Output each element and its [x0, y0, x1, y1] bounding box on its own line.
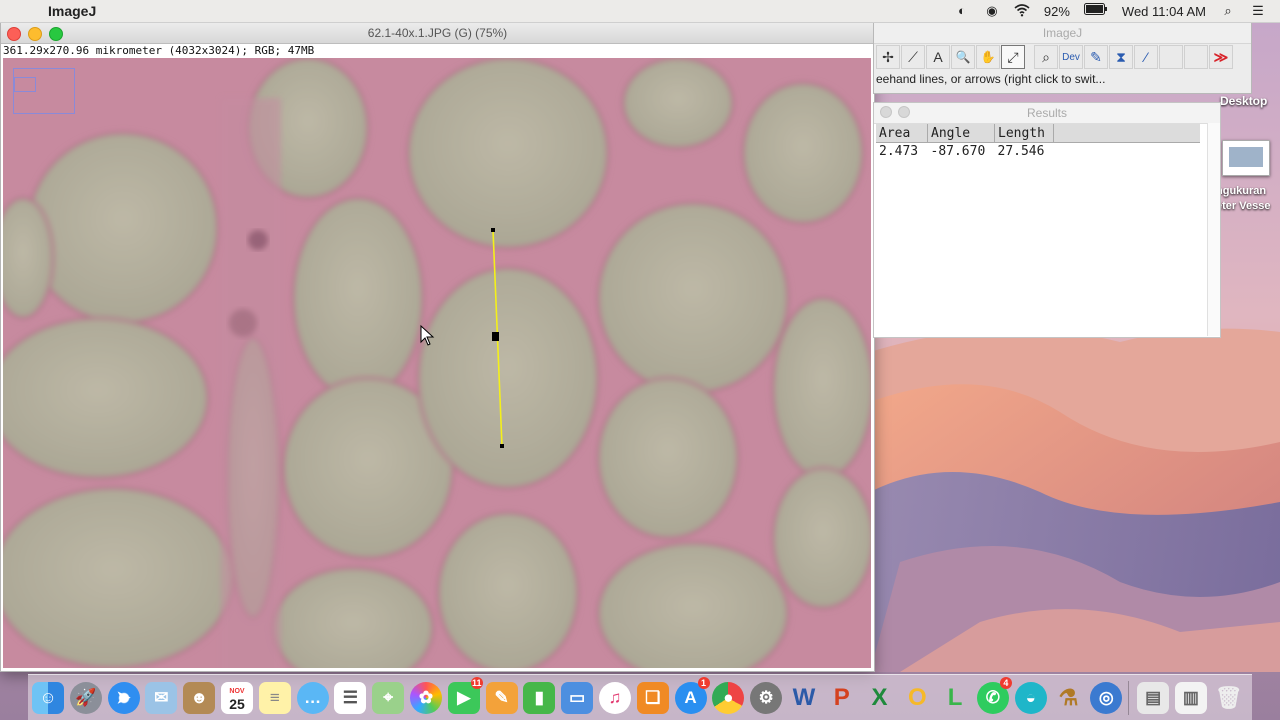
image-window-titlebar[interactable]: 62.1-40x.1.JPG (G) (75%) [1, 23, 874, 44]
desktop-file[interactable]: ngukuran eter Vesse [1216, 140, 1280, 214]
sync-icon[interactable]: ◐ [954, 3, 970, 19]
close-button[interactable] [880, 106, 892, 118]
table-row[interactable]: 2.473 -87.670 27.546 [876, 143, 1200, 161]
minimize-button[interactable] [28, 27, 42, 41]
flood-fill-icon[interactable]: ⧗ [1109, 45, 1133, 69]
zoom-icon[interactable]: ⌕ [1034, 45, 1058, 69]
facetime-icon[interactable]: ▶ 11 [447, 676, 483, 714]
outlook-icon[interactable]: O [901, 682, 933, 714]
documents-stack-icon[interactable]: ▥ [1174, 681, 1207, 714]
whatsapp-icon[interactable]: ✆ 4 [976, 676, 1012, 714]
column-header-empty [1053, 124, 1200, 143]
activity-icon[interactable]: ◒ [1014, 681, 1047, 714]
file-label-line1: ngukuran [1216, 185, 1267, 197]
file-thumbnail-icon [1222, 140, 1270, 176]
blank-tool-icon[interactable] [1184, 45, 1208, 69]
column-header[interactable]: Area [876, 124, 928, 143]
spotlight-icon[interactable]: ⌕ [1220, 3, 1236, 19]
tool-strip: ✢ ⟋ A 🔍 ✋ ⤢ ⌕ Dev ✎ ⧗ ⁄ ≫ [874, 44, 1251, 70]
wifi-icon[interactable] [1014, 3, 1030, 19]
appstore-icon[interactable]: A1 [674, 676, 710, 714]
imagej-window-title[interactable]: ImageJ [874, 23, 1251, 44]
itunes-icon[interactable]: ♫ [598, 681, 631, 714]
status-area: ◐ ◉ 92% Wed 11:04 AM ⌕ ☰ [954, 3, 1280, 19]
dev-icon[interactable]: Dev [1059, 45, 1083, 69]
badge: 11 [470, 676, 483, 689]
text-tool-icon[interactable]: A [926, 45, 950, 69]
zoom-button[interactable] [49, 27, 63, 41]
powerpoint-icon[interactable]: P [826, 682, 858, 714]
downloads-stack-icon[interactable]: ▤ [1137, 681, 1170, 714]
badge: 1 [697, 676, 710, 689]
image-window-title: 62.1-40x.1.JPG (G) (75%) [367, 26, 508, 40]
system-preferences-icon[interactable]: ⚙ [750, 681, 783, 714]
table-cell: 27.546 [997, 144, 1045, 159]
image-window: 62.1-40x.1.JPG (G) (75%) 361.29x270.96 m… [0, 22, 875, 672]
navigator-overlay [13, 68, 75, 114]
wand-icon[interactable]: ⟋ [901, 45, 925, 69]
dock: ☺ 🚀 ➤ ✉ ☻ NOV 25 ≡ … ☰ ⌖ ✿ ▶ 11 ✎ ▮ ▭ ♫ ❑… [28, 674, 1252, 720]
ibooks-icon[interactable]: ❑ [636, 681, 669, 714]
close-button[interactable] [7, 27, 21, 41]
column-header[interactable]: Angle [927, 124, 995, 143]
multipoint-icon[interactable]: ✢ [876, 45, 900, 69]
column-header[interactable]: Length [994, 124, 1054, 143]
microscope-icon[interactable]: ⚗ [1053, 682, 1085, 714]
numbers-icon[interactable]: ▮ [523, 681, 556, 714]
safari-icon[interactable]: ➤ [107, 681, 140, 714]
line-handle[interactable] [492, 332, 499, 341]
results-table: Area Angle Length 2.473 -87.670 27.546 [876, 124, 1200, 160]
pages-icon[interactable]: ✎ [485, 681, 518, 714]
record-icon[interactable]: ◉ [984, 3, 1000, 19]
calendar-day: 25 [229, 695, 245, 712]
mail-icon[interactable]: ✉ [145, 681, 178, 714]
keynote-icon[interactable]: ▭ [561, 681, 594, 714]
scrollbar[interactable] [1207, 123, 1220, 336]
brush-icon[interactable]: ✎ [1084, 45, 1108, 69]
desktop-folder-label[interactable]: Desktop [1220, 94, 1267, 108]
color-picker-icon[interactable]: ⤢ [1001, 45, 1025, 69]
results-titlebar[interactable]: Results [874, 103, 1220, 124]
image-info: 361.29x270.96 mikrometer (4032x3024); RG… [3, 44, 315, 57]
hand-icon[interactable]: ✋ [976, 45, 1000, 69]
messages-icon[interactable]: … [296, 681, 329, 714]
table-cell: -87.670 [930, 144, 986, 159]
more-tools-icon[interactable]: ≫ [1209, 45, 1233, 69]
photos-icon[interactable]: ✿ [409, 681, 442, 714]
maps-icon[interactable]: ⌖ [372, 681, 405, 714]
notification-center-icon[interactable]: ☰ [1250, 3, 1266, 19]
status-bar: eehand lines, or arrows (right click to … [876, 72, 1106, 86]
launchpad-icon[interactable]: 🚀 [69, 681, 102, 714]
image-canvas[interactable] [3, 58, 871, 668]
reminders-icon[interactable]: ☰ [334, 681, 367, 714]
minimize-button[interactable] [898, 106, 910, 118]
battery-percent[interactable]: 92% [1044, 4, 1070, 19]
table-cell: 2.473 [879, 144, 919, 159]
pipette-icon[interactable]: ⁄ [1134, 45, 1158, 69]
quicktime-icon[interactable]: ◎ [1090, 681, 1123, 714]
imagej-toolbar-window: ImageJ ✢ ⟋ A 🔍 ✋ ⤢ ⌕ Dev ✎ ⧗ ⁄ ≫ eehand … [873, 22, 1252, 94]
micrograph-image [3, 58, 871, 668]
menubar-clock[interactable]: Wed 11:04 AM [1122, 4, 1206, 19]
calendar-icon[interactable]: NOV 25 [220, 681, 253, 714]
excel-icon[interactable]: X [864, 682, 896, 714]
results-window: Results Area Angle Length 2.473 -87.670 … [873, 102, 1221, 338]
badge: 4 [999, 676, 1012, 689]
magnifier-icon[interactable]: 🔍 [951, 45, 975, 69]
lync-icon[interactable]: L [939, 682, 971, 714]
trash-icon[interactable]: 🗑 [1213, 682, 1245, 714]
results-title: Results [1026, 106, 1067, 120]
app-menu-name[interactable]: ImageJ [48, 3, 96, 19]
finder-icon[interactable]: ☺ [32, 681, 64, 714]
word-icon[interactable]: W [788, 682, 820, 714]
file-label-line2: eter Vesse [1216, 200, 1271, 212]
blank-tool-icon[interactable] [1159, 45, 1183, 69]
notes-icon[interactable]: ≡ [258, 681, 291, 714]
dock-separator [1128, 680, 1130, 715]
contacts-icon[interactable]: ☻ [183, 681, 216, 714]
battery-icon[interactable] [1083, 3, 1108, 19]
chrome-icon[interactable]: ● [712, 681, 745, 714]
menubar: ImageJ ◐ ◉ 92% Wed 11:04 AM ⌕ ☰ [0, 0, 1280, 23]
